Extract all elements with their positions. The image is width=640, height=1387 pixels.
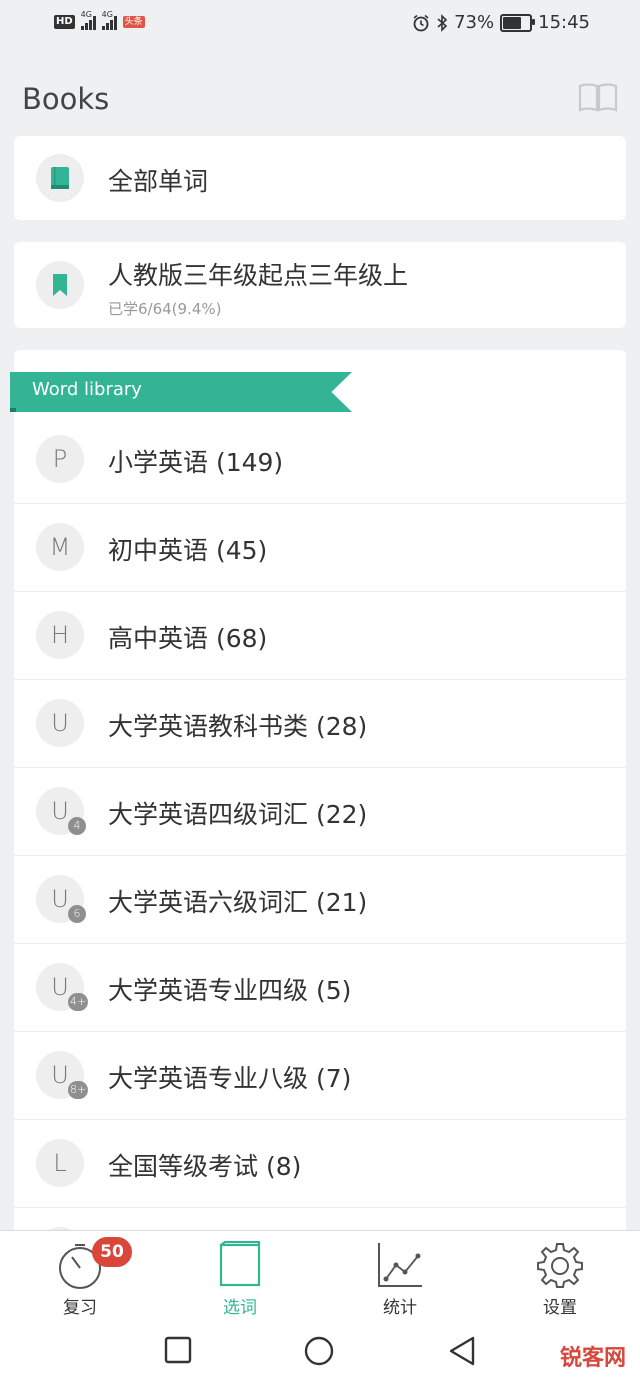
bluetooth-icon — [437, 13, 448, 32]
hd-badge: HD — [54, 15, 75, 29]
open-book-icon[interactable] — [578, 82, 618, 114]
word-library-card: P 小学英语 (149) M 初中英语 (45) H 高中英语 (68) U 大学英语教科书类… — [14, 350, 626, 1230]
tab-stats-label: 统计 — [383, 1298, 417, 1318]
alarm-icon — [413, 14, 429, 31]
ribbon-fold — [10, 408, 16, 412]
library-item[interactable]: U 4 大学英语四级词汇 (22) — [14, 767, 626, 856]
library-item-letter: U — [51, 885, 69, 913]
library-item-avatar: H — [36, 611, 84, 659]
review-count-badge: 50 — [92, 1237, 132, 1267]
library-item[interactable]: H 高中英语 (68) — [14, 591, 626, 680]
library-item-avatar: M — [36, 523, 84, 571]
gear-icon — [537, 1243, 583, 1288]
library-item-label: 全国等级考试 (8) — [108, 1152, 302, 1181]
book-outline-icon — [219, 1241, 261, 1287]
library-item[interactable]: L 全国等级考试 (8) — [14, 1119, 626, 1208]
word-library-ribbon: Word library — [10, 372, 352, 412]
library-item-letter: U — [51, 973, 69, 1001]
library-item[interactable]: U 4+ 大学英语专业四级 (5) — [14, 943, 626, 1032]
library-item-letter: H — [50, 621, 70, 649]
library-item-partial[interactable] — [14, 1207, 626, 1230]
watermark: 锐客网 — [559, 1346, 626, 1371]
library-item-letter: P — [52, 445, 68, 473]
library-item-avatar: P — [36, 435, 84, 483]
library-item[interactable]: M 初中英语 (45) — [14, 503, 626, 592]
all-words-avatar — [36, 154, 84, 202]
library-item-label: 大学英语专业八级 (7) — [108, 1064, 352, 1093]
tab-stats[interactable]: 统计 — [320, 1231, 480, 1323]
status-right: 73% 15:45 — [412, 12, 590, 33]
back-button[interactable] — [448, 1336, 476, 1366]
all-words-card[interactable]: 全部单词 — [14, 136, 626, 220]
tab-review-label: 复习 — [63, 1298, 97, 1318]
library-item-letter: U — [51, 709, 69, 737]
book-icon — [51, 167, 69, 189]
tab-bar: 50 复习 选词 统计 设置 — [0, 1230, 640, 1323]
home-button[interactable] — [304, 1336, 334, 1366]
library-item-level-badge: 8+ — [68, 1081, 89, 1099]
tab-select-words[interactable]: 选词 — [160, 1231, 320, 1323]
library-item-letter: M — [49, 533, 71, 561]
library-item-level-badge: 4 — [68, 817, 86, 835]
chart-icon — [378, 1243, 422, 1287]
library-item-label: 高中英语 (68) — [108, 624, 268, 653]
library-item-label: 大学英语四级词汇 (22) — [108, 800, 368, 829]
library-item-avatar: U — [36, 699, 84, 747]
library-item-level-badge: 4+ — [68, 993, 89, 1011]
bookmark-icon — [53, 274, 67, 296]
header: Books — [0, 72, 640, 132]
library-item-avatar: U4 — [36, 787, 86, 835]
system-nav-bar — [0, 1322, 640, 1387]
battery-percent: 73% — [454, 12, 495, 33]
library-item-letter: U — [51, 1061, 69, 1089]
library-item-letter: L — [53, 1149, 67, 1177]
tab-settings-label: 设置 — [543, 1298, 577, 1318]
signal-icon: 4G — [80, 10, 96, 30]
all-words-label: 全部单词 — [108, 167, 209, 196]
library-item-label: 初中英语 (45) — [108, 536, 268, 565]
library-item-label: 大学英语六级词汇 (21) — [108, 888, 368, 917]
current-book-label: 人教版三年级起点三年级上 — [108, 261, 409, 290]
signal-icon-2: 4G — [101, 10, 117, 30]
library-item-avatar: L — [36, 1139, 84, 1187]
library-item-label: 小学英语 (149) — [108, 448, 284, 477]
current-book-progress: 已学6/64(9.4%) — [108, 300, 222, 318]
library-item-avatar: U 8+ — [36, 1051, 89, 1099]
recents-button[interactable] — [164, 1336, 192, 1364]
current-book-card[interactable]: 人教版三年级起点三年级上 已学6/64(9.4%) — [14, 242, 626, 328]
library-item-avatar: U6 — [36, 875, 86, 923]
library-item-level-badge: 6 — [68, 905, 86, 923]
tab-select-words-label: 选词 — [223, 1298, 257, 1318]
tab-settings[interactable]: 设置 — [480, 1231, 640, 1323]
status-left: HD 4G 4G 头条 — [54, 10, 145, 30]
library-item[interactable]: U 大学英语教科书类 (28) — [14, 679, 626, 768]
library-item[interactable]: P 小学英语 (149) — [14, 415, 626, 504]
library-item[interactable]: U 8+ 大学英语专业八级 (7) — [14, 1031, 626, 1120]
toutiao-badge: 头条 — [122, 16, 145, 28]
status-bar: HD 4G 4G 头条 73% 15:45 — [0, 0, 640, 52]
battery-icon — [500, 13, 536, 32]
clock: 15:45 — [538, 12, 590, 33]
library-item-label: 大学英语专业四级 (5) — [108, 976, 352, 1005]
page-title: Books — [22, 82, 110, 116]
tab-review[interactable]: 50 复习 — [0, 1231, 160, 1323]
library-item-avatar: U 4+ — [36, 963, 89, 1011]
library-item-letter: U — [51, 797, 69, 825]
library-item-label: 大学英语教科书类 (28) — [108, 712, 368, 741]
library-item[interactable]: U 6 大学英语六级词汇 (21) — [14, 855, 626, 944]
current-book-avatar — [36, 261, 84, 309]
